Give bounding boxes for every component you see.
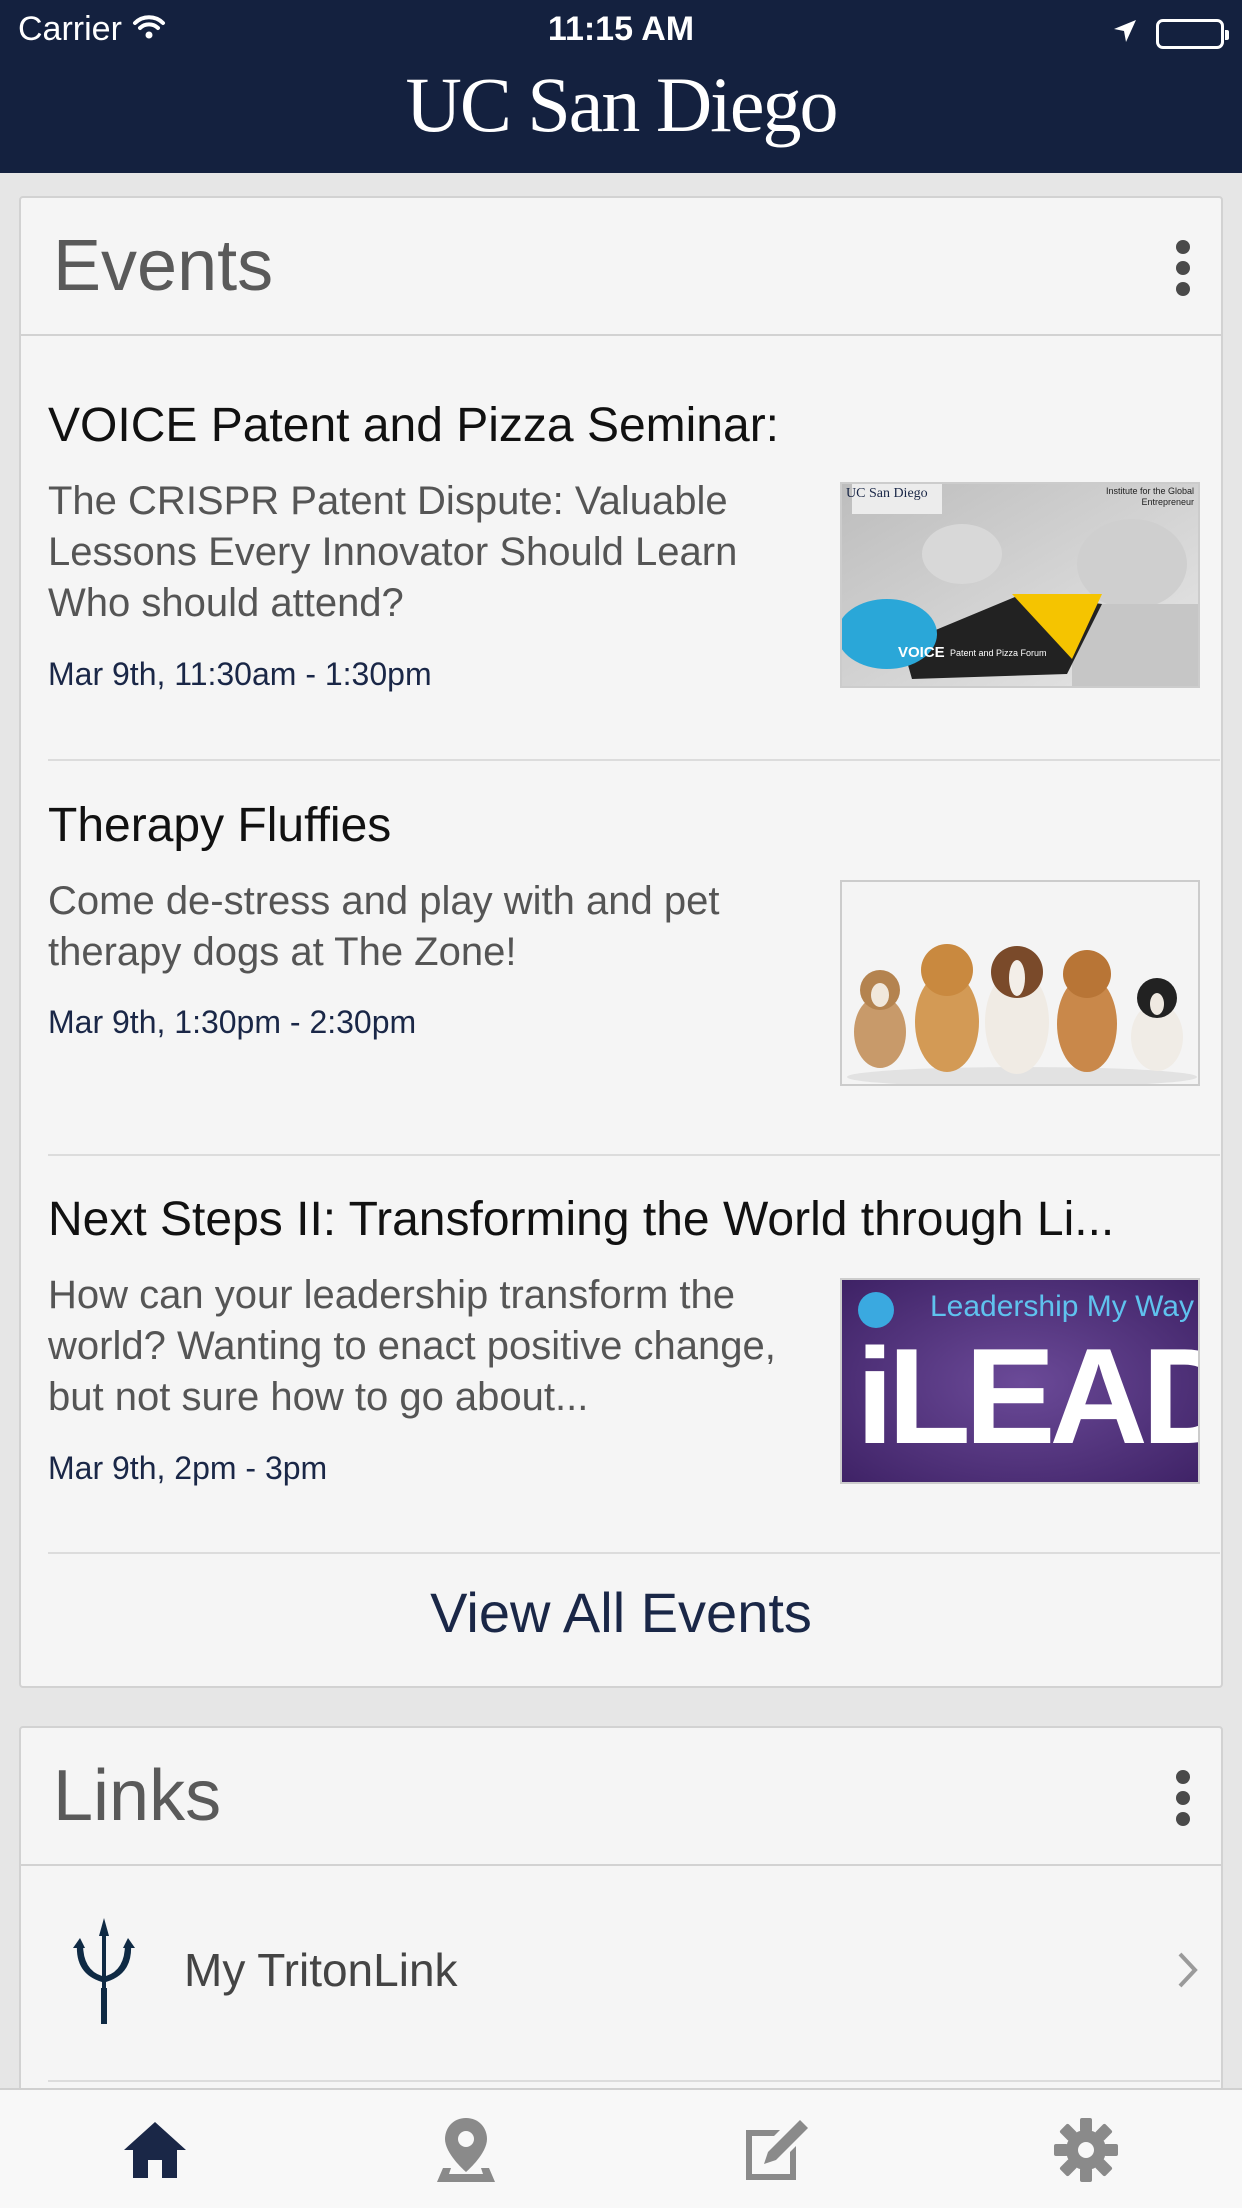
event-date: Mar 9th, 11:30am - 1:30pm — [48, 656, 432, 692]
link-label: My TritonLink — [184, 1944, 458, 1996]
event-title: Therapy Fluffies — [48, 799, 392, 852]
events-more-icon[interactable] — [1171, 240, 1195, 296]
event-title: Next Steps II: Transforming the World th… — [48, 1193, 1115, 1246]
events-card-header: Events — [21, 198, 1221, 336]
event-divider — [48, 759, 1220, 761]
battery-icon — [1156, 18, 1229, 49]
map-pin-icon — [431, 2114, 501, 2191]
puppies-photo — [840, 880, 1200, 1086]
event-item-therapy-fluffies[interactable]: Therapy Fluffies Come de-stress and play… — [48, 798, 1220, 1138]
event-title: VOICE Patent and Pizza Seminar: — [48, 399, 780, 452]
status-time: 11:15 AM — [547, 10, 695, 48]
location-arrow-icon — [1112, 14, 1138, 53]
status-bar: Carrier 11:15 AM — [0, 0, 1242, 60]
link-divider — [48, 2080, 1220, 2082]
ilead-logo-image: Leadership My Way iLEAD — [840, 1278, 1200, 1484]
thumb-corner-text: Institute for the Global Entrepreneur — [1105, 486, 1194, 507]
brand-logo: UC San Diego — [405, 61, 839, 148]
event-item-next-steps[interactable]: Next Steps II: Transforming the World th… — [48, 1192, 1220, 1612]
tab-map[interactable] — [426, 2112, 506, 2192]
link-row-my-tritonlink[interactable]: My TritonLink — [21, 1868, 1221, 2078]
thumb-banner-subtitle: Patent and Pizza Forum — [950, 648, 1047, 658]
event-divider — [48, 1154, 1220, 1156]
event-thumbnail-voice: UC San Diego Institute for the Global En… — [840, 482, 1200, 688]
home-icon — [120, 2118, 190, 2187]
events-card-title: Events — [53, 226, 274, 306]
events-card: Events VOICE Patent and Pizza Seminar: T… — [19, 196, 1223, 1688]
status-right — [1112, 14, 1229, 53]
tab-edit[interactable] — [736, 2112, 816, 2192]
event-description: The CRISPR Patent Dispute: Valuable Less… — [48, 479, 738, 625]
bottom-tab-bar — [0, 2088, 1242, 2208]
edit-icon — [740, 2116, 812, 2189]
trident-icon — [71, 1914, 137, 2031]
event-description: How can your leadership transform the wo… — [48, 1273, 776, 1419]
event-divider — [48, 1552, 1220, 1554]
event-description: Come de-stress and play with and pet the… — [48, 879, 720, 974]
app-header: Carrier 11:15 AM UC San Diego — [0, 0, 1242, 173]
links-card-title: Links — [53, 1756, 222, 1836]
view-all-events-button[interactable]: View All Events — [21, 1580, 1221, 1645]
tab-settings[interactable] — [1046, 2112, 1126, 2192]
thumb-banner-title: VOICE — [898, 644, 945, 661]
gear-icon — [1052, 2116, 1120, 2189]
thumb-brand-text: UC San Diego — [846, 486, 928, 501]
event-date: Mar 9th, 2pm - 3pm — [48, 1450, 328, 1486]
event-date: Mar 9th, 1:30pm - 2:30pm — [48, 1004, 417, 1040]
chevron-right-icon — [1177, 1950, 1199, 2000]
event-item-voice[interactable]: VOICE Patent and Pizza Seminar: The CRIS… — [48, 398, 1220, 758]
tab-home[interactable] — [115, 2112, 195, 2192]
links-card: Links My TritonLink — [19, 1726, 1223, 2146]
links-more-icon[interactable] — [1171, 1770, 1195, 1826]
ilead-tagline: Leadership My Way — [930, 1290, 1194, 1323]
ilead-wordmark: iLEAD — [856, 1320, 1200, 1472]
links-card-header: Links — [21, 1728, 1221, 1866]
